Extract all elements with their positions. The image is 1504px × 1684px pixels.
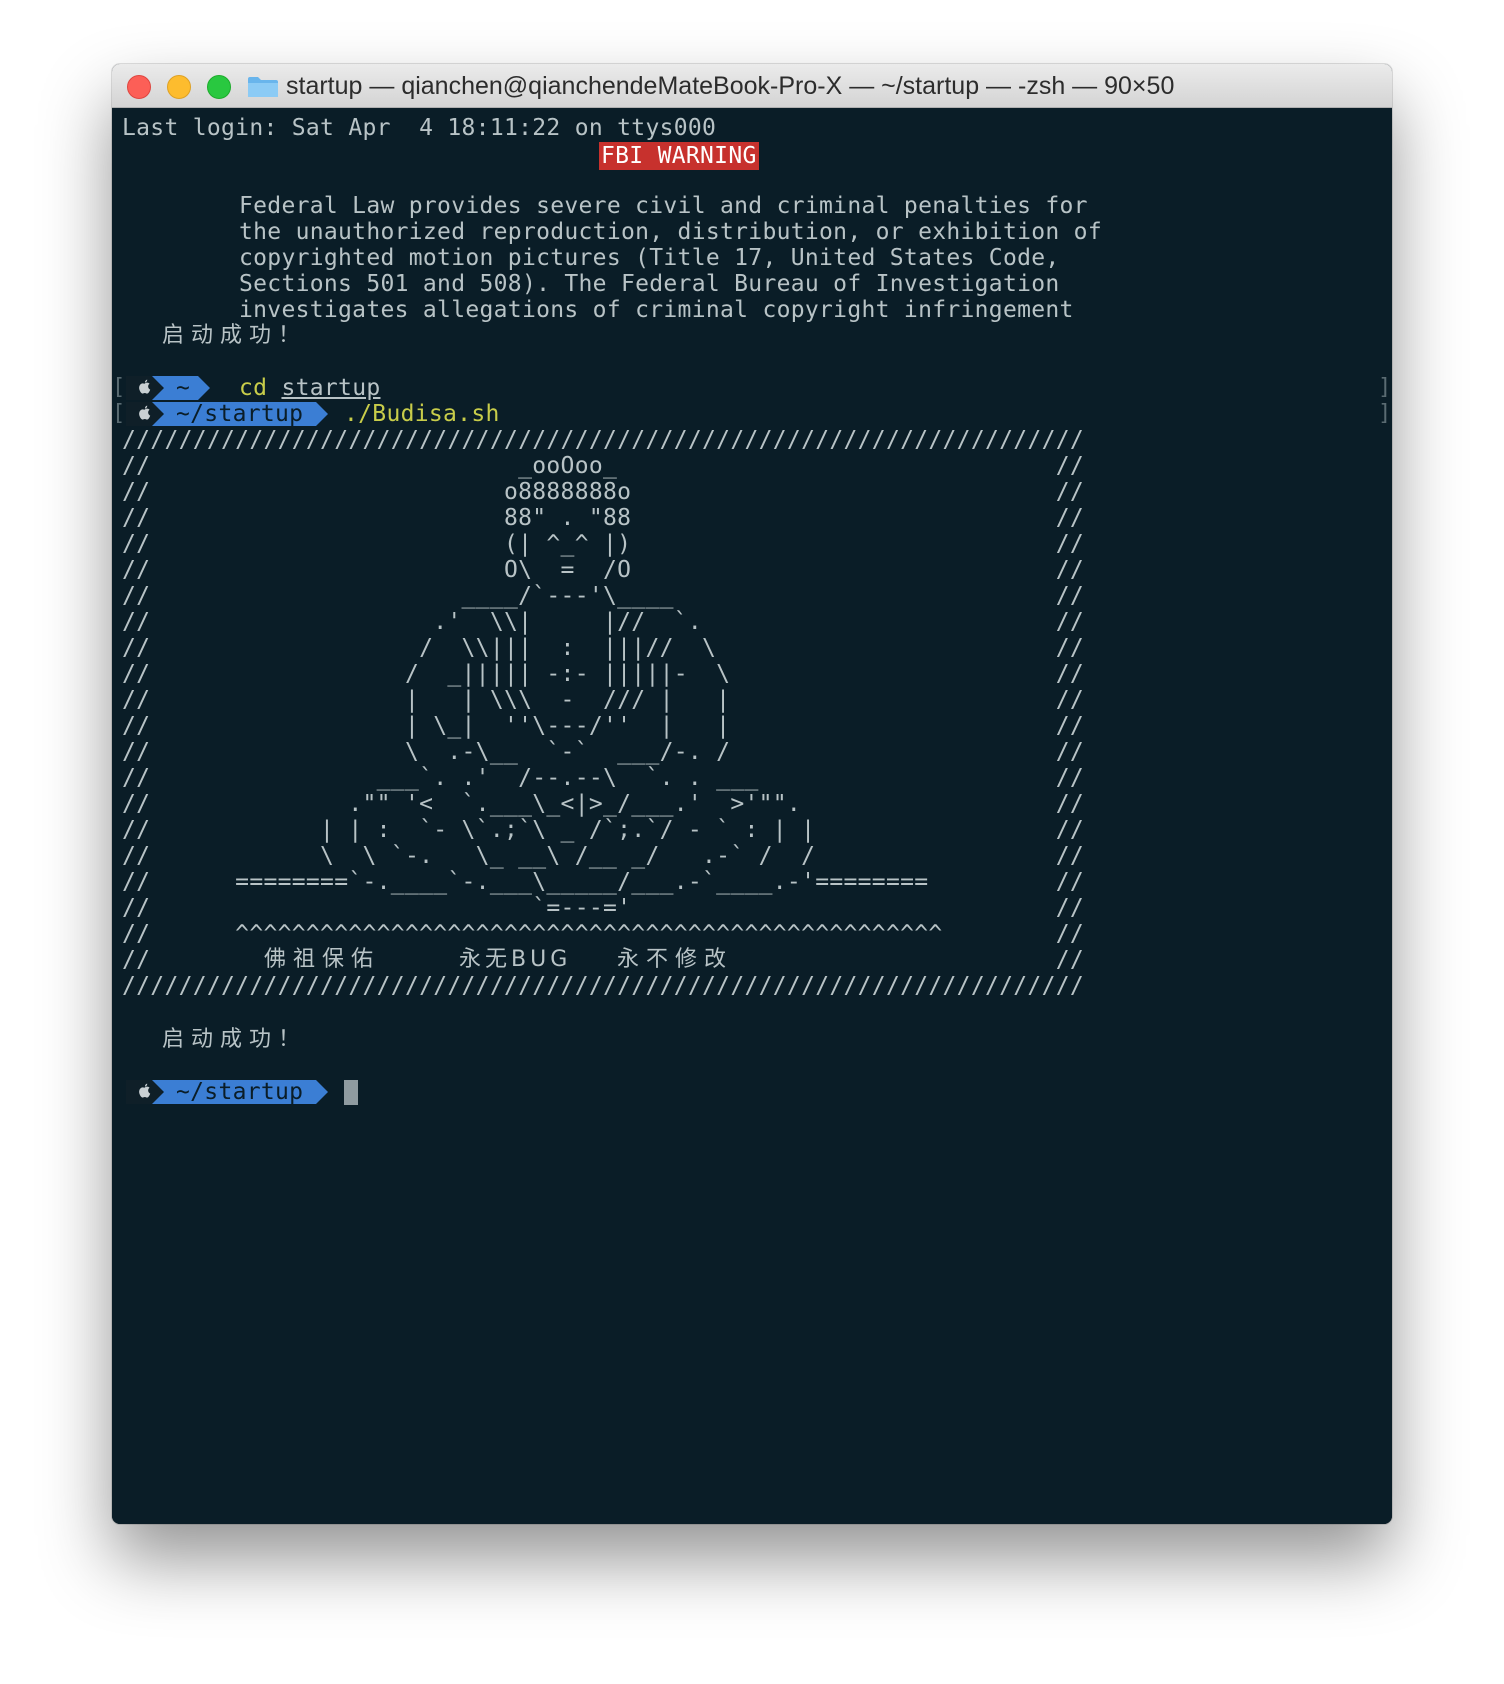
banner-line: // / \\||| : |||// \ // [122, 635, 1085, 661]
banner-line: // .' \\| |// `. // [122, 609, 1085, 635]
prompt-right-bracket: ] [1378, 375, 1392, 400]
current-prompt-line[interactable]: ~/startup [112, 1078, 1392, 1106]
command-text: cd startup [239, 374, 380, 402]
title-bar[interactable]: startup — qianchen@qianchendeMateBook-Pr… [112, 64, 1392, 108]
banner-line: // ___`. .' /--.--\ `. . ___ // [122, 765, 1085, 791]
terminal-window: startup — qianchen@qianchendeMateBook-Pr… [112, 64, 1392, 1524]
prompt-dir-segment: ~/startup [152, 402, 328, 426]
prompt-left-bracket: [ [112, 401, 126, 426]
command-arg: startup [281, 375, 381, 401]
zoom-button[interactable] [207, 75, 231, 99]
banner-line: ////////////////////////////////////////… [122, 427, 1085, 453]
banner-line: // ^^^^^^^^^^^^^^^^^^^^^^^^^^^^^^^^^^^^^… [122, 921, 1085, 947]
banner-line: // | | : `- \`.;`\ _ /`;.`/ - ` : | | // [122, 817, 1085, 843]
startup-success-text: 启动成功！ [162, 323, 308, 348]
close-button[interactable] [127, 75, 151, 99]
command-name: cd [239, 375, 268, 401]
apple-icon [139, 1083, 151, 1098]
banner-line: // 88" . "88 // [122, 505, 1085, 531]
apple-icon [139, 379, 151, 394]
prompt-line: [ ~ cd startup ] [112, 374, 1392, 402]
warning-line: copyrighted motion pictures (Title 17, U… [239, 245, 1060, 271]
warning-line: Federal Law provides severe civil and cr… [239, 193, 1088, 219]
command-text: ./Budisa.sh [344, 401, 500, 427]
blessing-text: 永无BUG [459, 947, 572, 972]
banner-line: ////////////////////////////////////////… [122, 973, 1085, 999]
minimize-button[interactable] [167, 75, 191, 99]
startup-success-text: 启动成功！ [162, 1027, 308, 1052]
apple-icon [139, 405, 151, 420]
banner-line: // | | \\\ - /// | | // [122, 687, 1085, 713]
banner-line: // ========`-.____`-.___\_____/___.-`___… [122, 869, 1085, 895]
banner-line: // ____/`---'\____ // [122, 583, 1085, 609]
fbi-warning-badge: FBI WARNING [599, 142, 759, 170]
prompt-line: [ ~/startup ./Budisa.sh ] [112, 400, 1392, 428]
terminal-content[interactable]: Last login: Sat Apr 4 18:11:22 on ttys00… [112, 108, 1392, 1524]
folder-icon [248, 77, 278, 97]
warning-line: the unauthorized reproduction, distribut… [239, 219, 1102, 245]
banner-line: // (| ^_^ |) // [122, 531, 1085, 557]
banner-line: // _ooOoo_ // [122, 453, 1085, 479]
banner-line: // \ \ `-. \_ __\ /__ _/ .-` / / // [122, 843, 1085, 869]
banner-line: // / _||||| -:- |||||- \ // [122, 661, 1085, 687]
prompt-dir-segment: ~/startup [152, 1080, 328, 1104]
warning-line: Sections 501 and 508). The Federal Burea… [239, 271, 1060, 297]
banner-line: // \ .-\__ `-` ___/-. / // [122, 739, 1085, 765]
prompt-right-bracket: ] [1378, 401, 1392, 426]
banner-line: // o8888888o // [122, 479, 1085, 505]
warning-line: investigates allegations of criminal cop… [239, 297, 1074, 323]
prompt-left-bracket: [ [112, 375, 126, 400]
last-login-line: Last login: Sat Apr 4 18:11:22 on ttys00… [122, 115, 717, 141]
banner-line: // | \_| ''\---/'' | | // [122, 713, 1085, 739]
banner-line: // O\ = /O // [122, 557, 1085, 583]
window-title: startup — qianchen@qianchendeMateBook-Pr… [286, 72, 1175, 100]
text-cursor[interactable] [344, 1080, 358, 1105]
blessing-text: 永不修改 [617, 947, 734, 972]
banner-line: // ."" '< `.___\_<|>_/___.' >'"". // [122, 791, 1085, 817]
banner-line: // `=---=' // [122, 895, 1085, 921]
blessing-text: 佛祖保佑 [264, 947, 381, 972]
